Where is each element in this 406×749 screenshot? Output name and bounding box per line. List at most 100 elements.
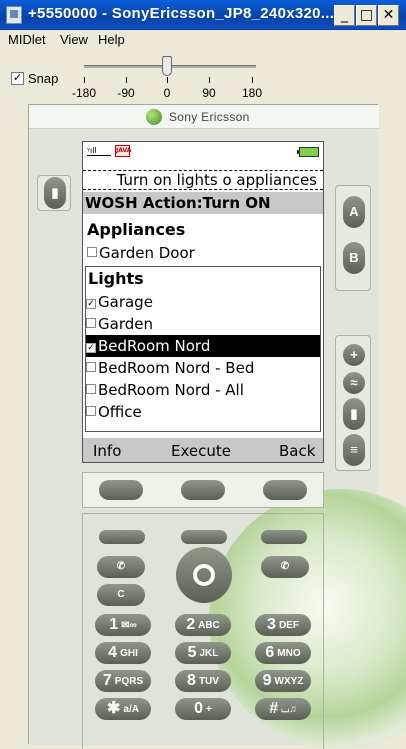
key-5[interactable]: 5 JKL	[175, 642, 231, 664]
key-letters: GHI	[120, 648, 138, 659]
battery-icon	[297, 147, 319, 157]
key-6[interactable]: 6 MNO	[255, 642, 311, 664]
close-button[interactable]: ✕	[378, 5, 399, 26]
tick-mark	[167, 77, 168, 83]
camera-shutter-key[interactable]: ≡	[343, 434, 365, 466]
key-number: 9	[262, 672, 272, 689]
key-letters: ✉∞	[121, 620, 137, 631]
camera-icon[interactable]	[181, 480, 225, 500]
app-icon	[6, 6, 22, 24]
softkey-back[interactable]: Back	[279, 438, 315, 462]
checkbox[interactable]	[87, 247, 97, 257]
key-7[interactable]: 7 PQRS	[95, 670, 151, 692]
choice-garden[interactable]: Garden	[86, 313, 320, 335]
key-3[interactable]: 3 DEF	[255, 614, 311, 636]
key-number: 2	[186, 616, 196, 633]
key-number: 1	[109, 616, 119, 633]
side-key-left[interactable]: ▮	[44, 177, 66, 209]
choice-office[interactable]: Office	[86, 401, 320, 423]
choice-garden-door[interactable]: Garden Door	[87, 242, 321, 264]
checkbox-checked[interactable]: ✓	[86, 343, 96, 353]
shortcut-keys-row	[82, 472, 324, 508]
key-number: ✱	[107, 700, 121, 717]
signal-strength-icon: ᵞıll	[87, 146, 111, 156]
checkbox-checked[interactable]: ✓	[86, 299, 96, 309]
tick-label: -90	[117, 86, 135, 100]
left-side-panel: ▮	[37, 175, 71, 211]
key-9[interactable]: 9 WXYZ	[255, 670, 311, 692]
key-number: 8	[187, 672, 196, 689]
key-1[interactable]: 1 ✉∞	[95, 614, 151, 636]
phone-screen: ᵞıll JAVA Turn on lights o appliances WO…	[82, 141, 324, 463]
call-icon[interactable]: ✆	[97, 556, 145, 578]
menubar: MIDlet View Help	[0, 30, 406, 50]
choice-label: Garage	[98, 293, 153, 311]
window-title: +5550000 - SonyEricsson_JP8_240x320...	[28, 5, 335, 22]
choice-bedroom-nord[interactable]: ✓ BedRoom Nord	[86, 335, 320, 357]
choice-label: Garden Door	[99, 244, 195, 262]
lights-label: Lights	[88, 269, 144, 288]
key-2[interactable]: 2 ABC	[175, 614, 231, 636]
key-letters: a/A	[123, 704, 139, 715]
center-soft-key[interactable]	[181, 530, 227, 544]
choice-label: BedRoom Nord - All	[98, 381, 244, 399]
key-hash[interactable]: # ⌴♫	[255, 698, 311, 720]
form-title: WOSH Action:Turn ON	[83, 192, 323, 214]
tick-label: -180	[71, 86, 97, 100]
key-number: 6	[265, 644, 275, 661]
volume-up-icon[interactable]: +	[343, 344, 365, 366]
dpad-select[interactable]	[193, 564, 215, 586]
key-letters: PQRS	[114, 676, 144, 687]
walkman-icon[interactable]: ≈	[343, 372, 365, 394]
snap-checkbox[interactable]: ✓	[11, 72, 24, 85]
choice-garage[interactable]: ✓ Garage	[86, 291, 320, 313]
left-soft-key[interactable]	[99, 530, 145, 544]
rotation-slider-thumb[interactable]	[162, 56, 172, 76]
key-number: 5	[187, 644, 197, 661]
end-call-icon[interactable]: ✆	[261, 556, 309, 578]
lights-choicegroup: Lights ✓ Garage Garden ✓ BedRoom Nord BedR…	[85, 266, 321, 432]
key-0[interactable]: 0 +	[175, 698, 231, 720]
checkbox[interactable]	[86, 406, 96, 416]
key-number: 4	[108, 644, 118, 661]
key-a[interactable]: A	[343, 196, 365, 228]
softkey-bar: Info Execute Back	[83, 438, 323, 462]
activity-menu-icon[interactable]	[99, 480, 143, 500]
checkbox[interactable]	[86, 384, 96, 394]
key-letters: ⌴♫	[281, 704, 297, 715]
navigation-dpad[interactable]	[176, 547, 232, 603]
tick-label: 180	[241, 86, 263, 100]
tick-mark	[84, 77, 85, 83]
key-letters: MNO	[277, 648, 301, 659]
sony-ericsson-logo-icon	[146, 109, 162, 125]
menu-midlet[interactable]: MIDlet	[8, 32, 46, 47]
volume-key[interactable]: ▮	[343, 398, 365, 430]
checkbox[interactable]	[86, 362, 96, 372]
menu-help[interactable]: Help	[98, 32, 125, 47]
right-soft-key[interactable]	[261, 530, 307, 544]
minimize-button[interactable]: _	[334, 5, 355, 26]
softkey-execute[interactable]: Execute	[171, 438, 231, 462]
clear-key[interactable]: C	[97, 584, 145, 606]
softkey-info[interactable]: Info	[93, 438, 121, 462]
key-8[interactable]: 8 TUV	[175, 670, 231, 692]
choice-bedroom-nord-bed[interactable]: BedRoom Nord - Bed	[86, 357, 320, 379]
maximize-button[interactable]: □	[356, 5, 377, 26]
choice-bedroom-nord-all[interactable]: BedRoom Nord - All	[86, 379, 320, 401]
key-letters: +	[206, 704, 212, 715]
choice-label: Office	[98, 403, 142, 421]
checkbox[interactable]	[86, 318, 96, 328]
key-letters: TUV	[198, 676, 219, 687]
menu-view[interactable]: View	[60, 32, 88, 47]
key-4[interactable]: 4 GHI	[95, 642, 151, 664]
window-titlebar[interactable]: +5550000 - SonyEricsson_JP8_240x320... _…	[0, 0, 406, 30]
brand-bar: Sony Ericsson	[29, 105, 379, 129]
tick-mark	[209, 77, 210, 83]
key-star[interactable]: ✱ a/A	[95, 698, 151, 720]
key-b[interactable]: B	[343, 242, 365, 274]
internet-globe-icon[interactable]	[263, 480, 307, 500]
key-number: 7	[102, 672, 112, 689]
right-ab-panel: A B	[335, 185, 371, 291]
snap-label: Snap	[28, 71, 59, 86]
tick-label: 0	[163, 86, 171, 100]
